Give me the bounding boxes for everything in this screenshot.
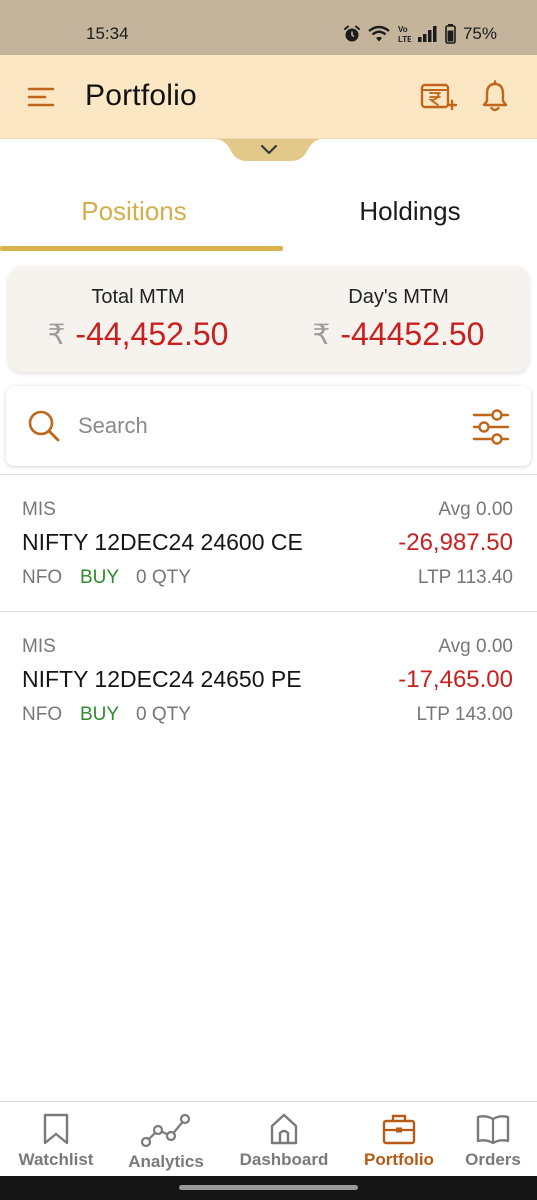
nav-orders[interactable]: Orders	[452, 1102, 534, 1177]
nav-watchlist[interactable]: Watchlist	[6, 1102, 106, 1177]
book-icon	[476, 1115, 510, 1145]
position-side: BUY	[80, 567, 120, 588]
day-mtm: Day's MTM ₹ -44452.50	[268, 266, 529, 372]
nav-analytics-label: Analytics	[128, 1152, 204, 1171]
volte-icon: Vo LTE	[398, 25, 411, 44]
wifi-icon	[368, 25, 390, 42]
position-exchange: NFO	[22, 567, 63, 588]
collapse-header-toggle[interactable]	[215, 139, 323, 163]
total-mtm-label: Total MTM	[91, 286, 185, 308]
position-qty: 0 QTY	[136, 567, 191, 588]
bell-icon	[482, 80, 508, 112]
position-row[interactable]: MIS Avg 0.00 NIFTY 12DEC24 24600 CE -26,…	[0, 474, 537, 611]
search-bar	[6, 386, 531, 466]
battery-icon	[445, 24, 456, 44]
rupee-icon: ₹	[47, 319, 66, 350]
gesture-bar	[0, 1176, 537, 1200]
active-tab-indicator	[0, 246, 283, 251]
bottom-navigation: Watchlist Analytics Dashboard Portfolio	[0, 1101, 537, 1176]
bookmark-icon	[43, 1113, 69, 1145]
chevron-down-icon	[260, 144, 278, 155]
position-avg: Avg 0.00	[438, 636, 513, 657]
position-pnl: -17,465.00	[398, 666, 513, 693]
total-mtm-value: -44,452.50	[75, 316, 229, 352]
menu-button[interactable]	[26, 83, 56, 111]
line-graph-icon	[141, 1113, 191, 1148]
rupee-wallet-icon	[420, 83, 458, 111]
day-mtm-value: -44452.50	[340, 316, 485, 352]
nav-orders-label: Orders	[465, 1150, 521, 1169]
position-product: MIS	[22, 636, 56, 657]
day-mtm-label: Day's MTM	[348, 286, 449, 308]
status-time: 15:34	[86, 24, 129, 43]
briefcase-icon	[382, 1114, 416, 1145]
nav-analytics[interactable]: Analytics	[118, 1102, 214, 1177]
position-side: BUY	[80, 704, 120, 725]
tab-holdings[interactable]: Holdings	[283, 170, 537, 252]
status-icons: Vo LTE 75%	[343, 22, 497, 46]
app-header: Portfolio	[0, 55, 537, 139]
nav-portfolio-label: Portfolio	[364, 1150, 434, 1169]
position-qty: 0 QTY	[136, 704, 191, 725]
svg-text:LTE: LTE	[398, 35, 411, 44]
position-product: MIS	[22, 499, 56, 520]
position-ltp: LTP 143.00	[416, 704, 513, 725]
nav-dashboard[interactable]: Dashboard	[228, 1102, 340, 1177]
nav-portfolio[interactable]: Portfolio	[350, 1102, 448, 1177]
position-ltp: LTP 113.40	[417, 567, 513, 588]
notifications-button[interactable]	[479, 79, 511, 115]
position-meta: NFO BUY 0 QTY	[22, 567, 191, 589]
alarm-icon	[343, 25, 360, 42]
portfolio-tabs: Positions Holdings	[0, 170, 537, 252]
total-mtm: Total MTM ₹ -44,452.50	[8, 266, 268, 372]
battery-percent: 75%	[462, 24, 497, 43]
search-input[interactable]	[78, 408, 458, 444]
sliders-icon	[472, 409, 510, 445]
search-icon	[28, 410, 60, 442]
tab-positions[interactable]: Positions	[0, 170, 268, 252]
menu-icon	[27, 87, 55, 107]
position-row[interactable]: MIS Avg 0.00 NIFTY 12DEC24 24650 PE -17,…	[0, 611, 537, 748]
filter-button[interactable]	[471, 408, 511, 446]
position-symbol: NIFTY 12DEC24 24650 PE	[22, 666, 302, 692]
position-meta: NFO BUY 0 QTY	[22, 704, 191, 726]
position-exchange: NFO	[22, 704, 63, 725]
position-pnl: -26,987.50	[398, 529, 513, 556]
mtm-summary-card: Total MTM ₹ -44,452.50 Day's MTM ₹ -4445…	[8, 266, 529, 372]
position-symbol: NIFTY 12DEC24 24600 CE	[22, 529, 303, 555]
add-funds-button[interactable]	[419, 77, 458, 117]
nav-watchlist-label: Watchlist	[18, 1150, 94, 1169]
position-avg: Avg 0.00	[438, 499, 513, 520]
home-icon	[270, 1113, 298, 1145]
home-gesture-handle[interactable]	[179, 1185, 358, 1190]
page-title: Portfolio	[85, 79, 197, 112]
svg-text:Vo: Vo	[398, 25, 408, 34]
signal-icon	[417, 26, 437, 42]
nav-dashboard-label: Dashboard	[239, 1150, 329, 1169]
status-bar: 15:34 Vo LTE 75%	[0, 0, 537, 55]
rupee-icon: ₹	[312, 319, 331, 350]
